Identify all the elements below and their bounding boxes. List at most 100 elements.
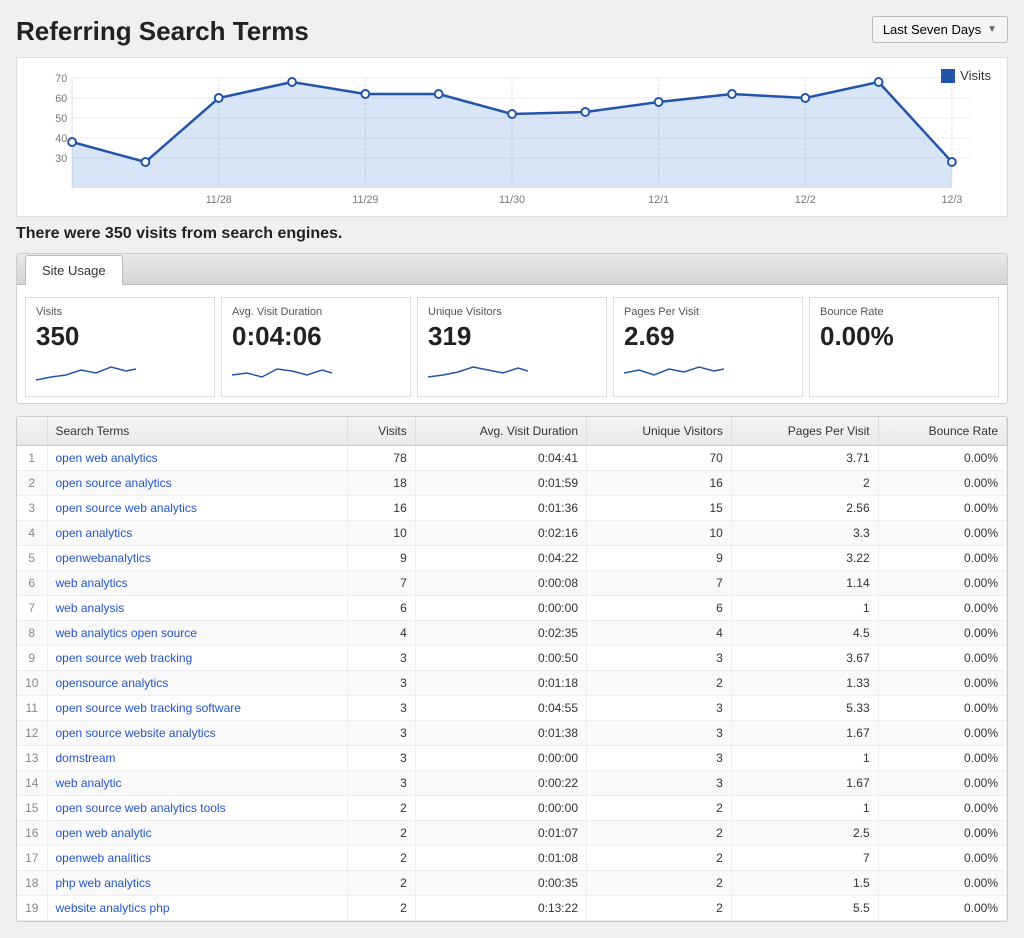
term-link[interactable]: web analysis (56, 601, 125, 615)
chart-legend: Visits (941, 68, 991, 83)
table-row: 17 openweb analitics 2 0:01:08 2 7 0.00% (17, 845, 1007, 870)
metric-avg-duration-label: Avg. Visit Duration (232, 306, 400, 318)
cell-avg-duration: 0:00:00 (415, 745, 586, 770)
legend-color-box (941, 69, 955, 83)
metric-bounce-rate: Bounce Rate 0.00% (809, 297, 999, 397)
visits-chart: Visits 70 60 50 40 30 11/28 11/29 11/30 … (16, 57, 1008, 217)
cell-bounce: 0.00% (878, 770, 1006, 795)
table-row: 9 open source web tracking 3 0:00:50 3 3… (17, 645, 1007, 670)
cell-visits: 4 (348, 620, 416, 645)
cell-visits: 78 (348, 445, 416, 470)
page-header: Referring Search Terms Last Seven Days ▼ (16, 16, 1008, 47)
cell-avg-duration: 0:01:08 (415, 845, 586, 870)
cell-term: opensource analytics (47, 670, 348, 695)
cell-visits: 3 (348, 670, 416, 695)
term-link[interactable]: web analytic (56, 776, 122, 790)
search-terms-table: Search Terms Visits Avg. Visit Duration … (17, 417, 1007, 921)
term-link[interactable]: open source website analytics (56, 726, 216, 740)
svg-text:11/29: 11/29 (352, 194, 378, 206)
cell-visits: 3 (348, 645, 416, 670)
cell-visits: 3 (348, 745, 416, 770)
metrics-row: Visits 350 Avg. Visit Duration 0:04:06 U… (17, 285, 1007, 403)
date-range-button[interactable]: Last Seven Days ▼ (872, 16, 1008, 43)
term-link[interactable]: open source analytics (56, 476, 172, 490)
cell-visits: 16 (348, 495, 416, 520)
mini-chart-duration (232, 355, 332, 385)
mini-chart-visits (36, 355, 136, 385)
cell-rank: 13 (17, 745, 47, 770)
cell-visits: 2 (348, 795, 416, 820)
cell-ppv: 4.5 (731, 620, 878, 645)
cell-term: open source website analytics (47, 720, 348, 745)
col-rank (17, 417, 47, 446)
cell-rank: 6 (17, 570, 47, 595)
col-bounce[interactable]: Bounce Rate (878, 417, 1006, 446)
cell-avg-duration: 0:13:22 (415, 895, 586, 920)
cell-ppv: 3.22 (731, 545, 878, 570)
cell-unique: 70 (587, 445, 732, 470)
svg-text:12/1: 12/1 (648, 194, 669, 206)
cell-rank: 7 (17, 595, 47, 620)
term-link[interactable]: open source web analytics (56, 501, 197, 515)
cell-visits: 7 (348, 570, 416, 595)
col-ppv[interactable]: Pages Per Visit (731, 417, 878, 446)
cell-bounce: 0.00% (878, 445, 1006, 470)
table-row: 19 website analytics php 2 0:13:22 2 5.5… (17, 895, 1007, 920)
term-link[interactable]: open analytics (56, 526, 133, 540)
cell-avg-duration: 0:00:22 (415, 770, 586, 795)
cell-rank: 9 (17, 645, 47, 670)
term-link[interactable]: open web analytic (56, 826, 152, 840)
term-link[interactable]: web analytics (56, 576, 128, 590)
term-link[interactable]: domstream (56, 751, 116, 765)
table-row: 18 php web analytics 2 0:00:35 2 1.5 0.0… (17, 870, 1007, 895)
cell-bounce: 0.00% (878, 695, 1006, 720)
col-unique[interactable]: Unique Visitors (587, 417, 732, 446)
table-row: 8 web analytics open source 4 0:02:35 4 … (17, 620, 1007, 645)
cell-term: open source web tracking software (47, 695, 348, 720)
col-avg-duration[interactable]: Avg. Visit Duration (415, 417, 586, 446)
term-link[interactable]: open source web tracking software (56, 701, 241, 715)
cell-avg-duration: 0:00:00 (415, 795, 586, 820)
col-visits[interactable]: Visits (348, 417, 416, 446)
term-link[interactable]: openwebanalytics (56, 551, 151, 565)
cell-bounce: 0.00% (878, 520, 1006, 545)
term-link[interactable]: opensource analytics (56, 676, 169, 690)
svg-text:60: 60 (55, 93, 67, 105)
mini-chart-ppv (624, 355, 724, 385)
cell-bounce: 0.00% (878, 745, 1006, 770)
table-row: 15 open source web analytics tools 2 0:0… (17, 795, 1007, 820)
cell-rank: 15 (17, 795, 47, 820)
cell-unique: 3 (587, 720, 732, 745)
cell-unique: 2 (587, 670, 732, 695)
term-link[interactable]: openweb analitics (56, 851, 151, 865)
term-link[interactable]: open source web analytics tools (56, 801, 226, 815)
cell-unique: 2 (587, 820, 732, 845)
metric-visits: Visits 350 (25, 297, 215, 397)
cell-ppv: 1.67 (731, 770, 878, 795)
cell-unique: 15 (587, 495, 732, 520)
cell-term: php web analytics (47, 870, 348, 895)
cell-bounce: 0.00% (878, 645, 1006, 670)
cell-unique: 6 (587, 595, 732, 620)
table-row: 6 web analytics 7 0:00:08 7 1.14 0.00% (17, 570, 1007, 595)
metric-visits-label: Visits (36, 306, 204, 318)
cell-term: website analytics php (47, 895, 348, 920)
term-link[interactable]: website analytics php (56, 901, 170, 915)
cell-rank: 1 (17, 445, 47, 470)
metric-unique-value: 319 (428, 322, 596, 351)
term-link[interactable]: web analytics open source (56, 626, 197, 640)
cell-ppv: 2 (731, 470, 878, 495)
svg-text:30: 30 (55, 153, 67, 165)
cell-ppv: 1 (731, 595, 878, 620)
mini-chart-unique (428, 355, 528, 385)
search-terms-table-wrapper: Search Terms Visits Avg. Visit Duration … (16, 416, 1008, 922)
term-link[interactable]: open web analytics (56, 451, 158, 465)
cell-bounce: 0.00% (878, 545, 1006, 570)
cell-bounce: 0.00% (878, 795, 1006, 820)
term-link[interactable]: open source web tracking (56, 651, 193, 665)
cell-rank: 5 (17, 545, 47, 570)
tab-site-usage[interactable]: Site Usage (25, 255, 123, 285)
term-link[interactable]: php web analytics (56, 876, 151, 890)
cell-rank: 16 (17, 820, 47, 845)
cell-avg-duration: 0:00:00 (415, 595, 586, 620)
